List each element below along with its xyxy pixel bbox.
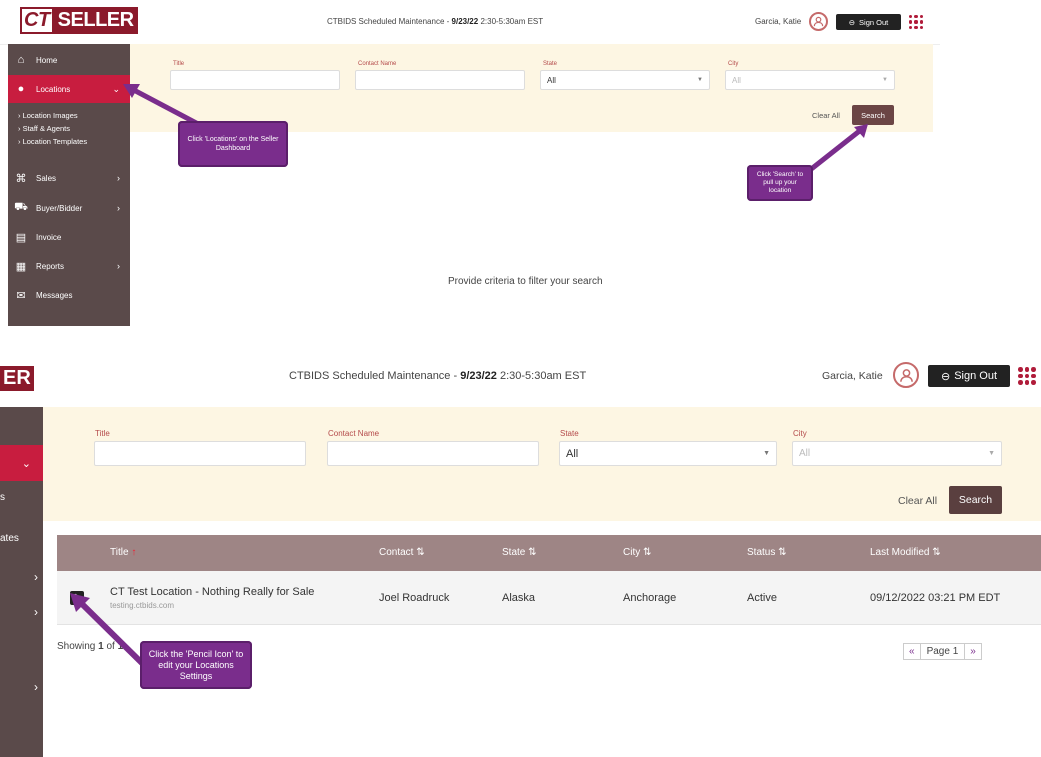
callout-pencil: Click the 'Pencil Icon' to edit your Loc…	[140, 641, 252, 689]
callout-locations: Click 'Locations' on the Seller Dashboar…	[178, 121, 288, 167]
annotation-arrow	[70, 593, 151, 672]
callout-search: Click 'Search' to pull up your location	[747, 165, 813, 201]
bottom-screenshot: ER CTBIDS Scheduled Maintenance - 9/23/2…	[0, 345, 1041, 757]
top-screenshot: CT SELLER CTBIDS Scheduled Maintenance - …	[0, 0, 940, 330]
